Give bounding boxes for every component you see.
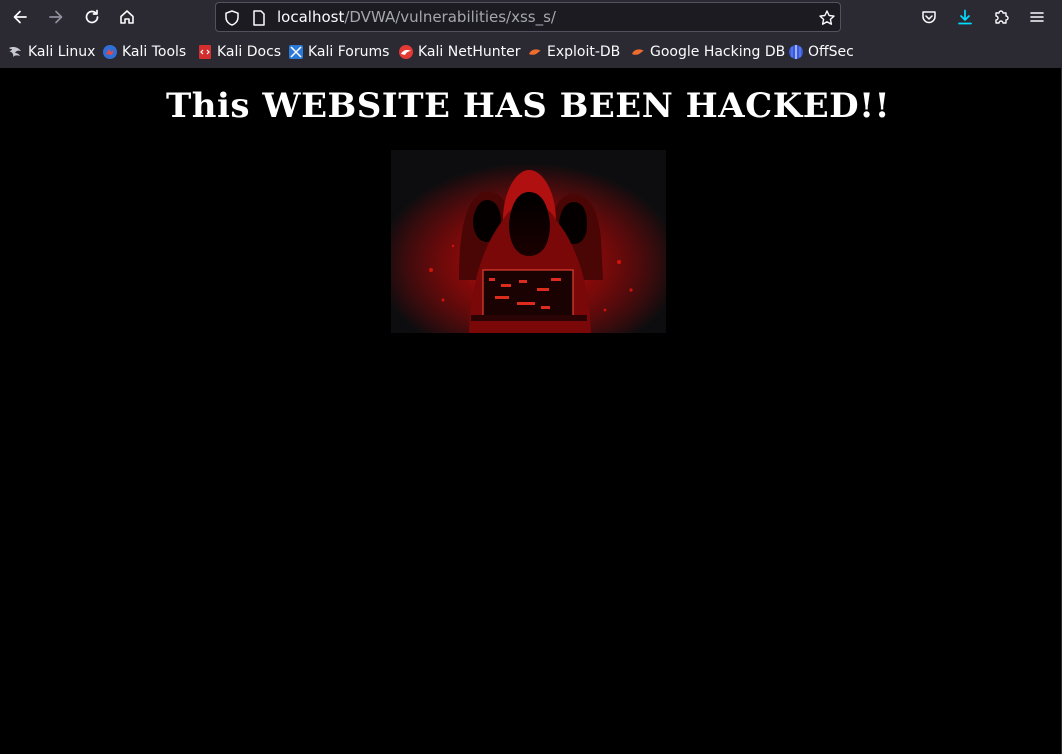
bookmarks-toolbar: Kali Linux Kali Tools Kali Docs Kali For… (0, 36, 1062, 67)
bookmark-offsec[interactable]: OffSec (788, 43, 854, 61)
bookmark-kali-forums[interactable]: Kali Forums (288, 43, 389, 61)
exploit-db-icon (529, 49, 541, 55)
url-text[interactable]: localhost/DVWA/vulnerabilities/xss_s/ (277, 8, 556, 26)
bookmark-kali-docs[interactable]: Kali Docs (197, 43, 281, 61)
extensions-button[interactable] (987, 4, 1015, 30)
kali-docs-icon (199, 45, 211, 59)
url-path: /DVWA/vulnerabilities/xss_s/ (344, 8, 556, 26)
bookmark-label: Kali NetHunter (418, 44, 521, 60)
arrow-right-icon (49, 10, 63, 24)
bookmark-kali-nethunter[interactable]: Kali NetHunter (398, 43, 520, 61)
kali-forums-icon (289, 45, 303, 59)
bookmark-label: Kali Tools (122, 44, 187, 60)
star-icon[interactable] (818, 9, 836, 27)
kali-tools-icon (103, 45, 117, 59)
url-bar[interactable]: localhost/DVWA/vulnerabilities/xss_s/ (215, 2, 841, 32)
puzzle-icon (995, 10, 1009, 24)
bookmark-label: Kali Forums (308, 44, 390, 60)
url-host: localhost (277, 8, 345, 26)
kali-nethunter-icon (399, 45, 413, 59)
page-headline: This WEBSITE HAS BEEN HACKED!! (165, 86, 890, 126)
bookmark-kali-linux[interactable]: Kali Linux (8, 43, 95, 61)
arrow-left-icon (13, 10, 27, 24)
home-icon (120, 10, 134, 24)
reload-button[interactable] (78, 4, 106, 30)
pocket-button[interactable] (915, 4, 943, 30)
back-button[interactable] (6, 4, 34, 30)
menu-button[interactable] (1023, 4, 1051, 30)
kali-dragon-icon (9, 47, 21, 57)
page-info-icon[interactable] (250, 9, 268, 27)
page-content: This WEBSITE HAS BEEN HACKED!! (0, 68, 1062, 754)
bookmark-label: OffSec (808, 44, 854, 60)
browser-toolbar: localhost/DVWA/vulnerabilities/xss_s/ (0, 0, 1062, 34)
download-icon (958, 9, 972, 25)
downloads-button[interactable] (951, 4, 979, 30)
ghdb-icon (632, 49, 644, 55)
bookmark-label: Exploit-DB (547, 44, 621, 60)
bookmark-kali-tools[interactable]: Kali Tools (102, 43, 186, 61)
forward-button[interactable] (42, 4, 70, 30)
bookmark-label: Kali Linux (28, 44, 96, 60)
home-button[interactable] (113, 4, 141, 30)
hooded-hackers-image (391, 150, 666, 333)
bookmark-google-hacking-db[interactable]: Google Hacking DB (630, 43, 785, 61)
shield-icon[interactable] (223, 9, 241, 27)
pocket-icon (922, 11, 936, 24)
browser-chrome: localhost/DVWA/vulnerabilities/xss_s/ Ka… (0, 0, 1062, 68)
reload-icon (85, 9, 99, 24)
bookmark-label: Kali Docs (217, 44, 282, 60)
hamburger-menu-icon (1030, 12, 1044, 22)
bookmark-exploit-db[interactable]: Exploit-DB (527, 43, 620, 61)
bookmark-label: Google Hacking DB (650, 44, 786, 60)
offsec-icon (789, 45, 803, 59)
